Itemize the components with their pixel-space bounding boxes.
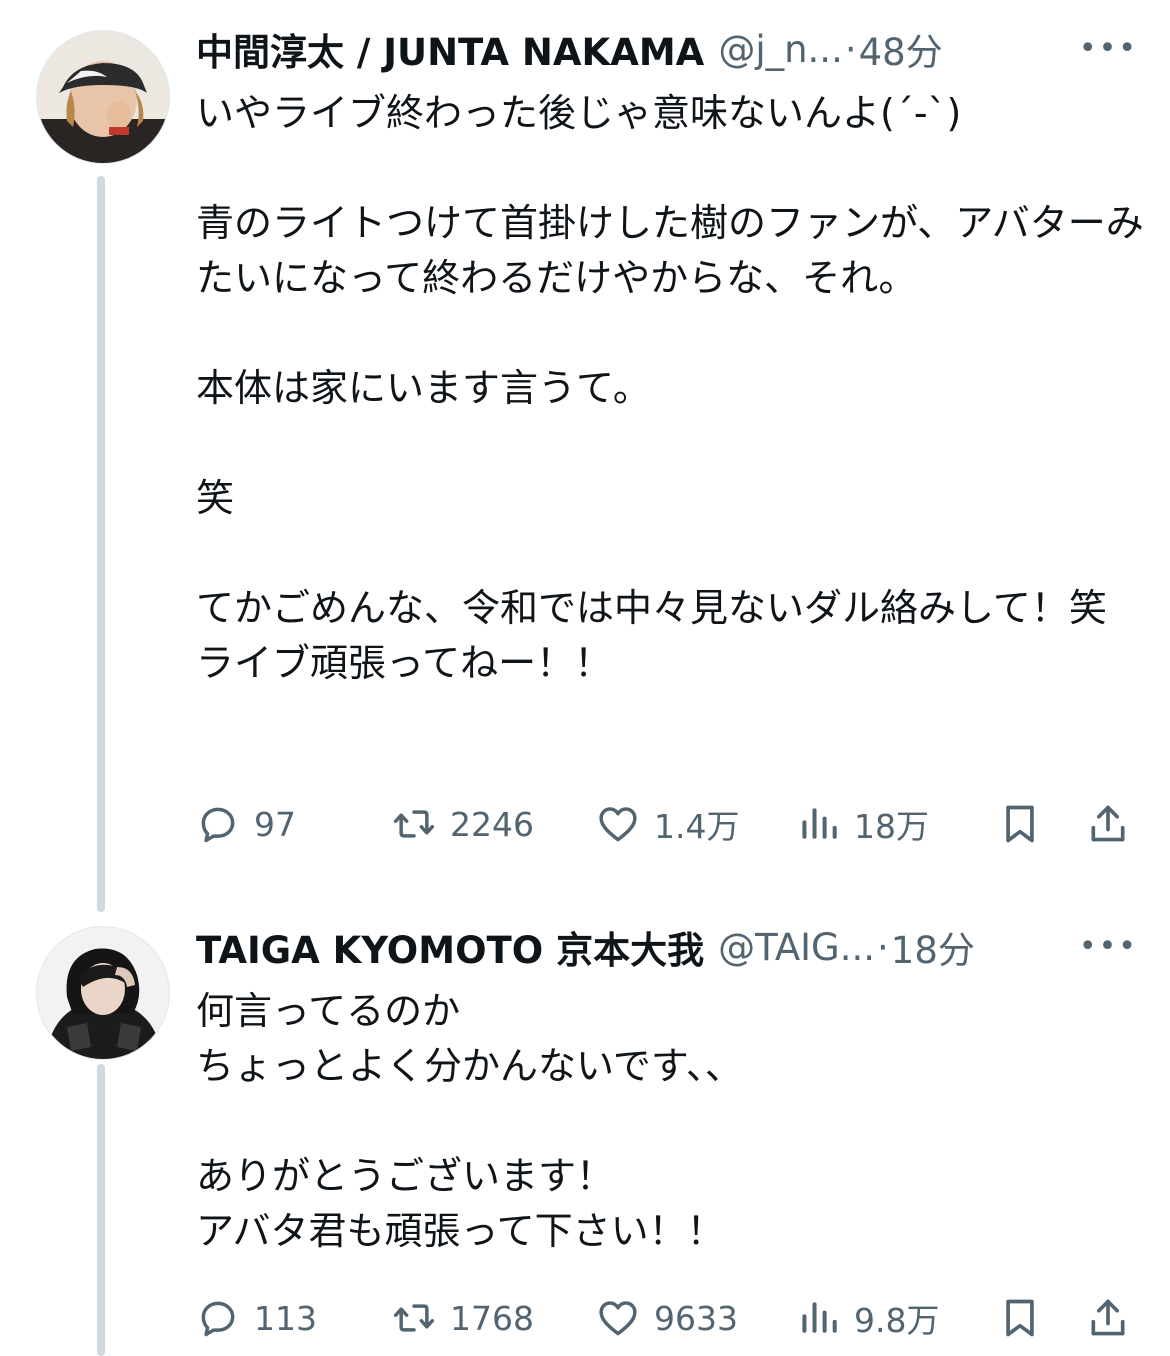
view-count: 18万 — [854, 807, 929, 846]
retweet-button[interactable]: 1768 — [392, 1296, 596, 1340]
display-name[interactable]: 中間淳太 / JUNTA NAKAMA — [196, 22, 704, 76]
views-button[interactable]: 18万 — [796, 800, 998, 848]
retweet-count: 2246 — [450, 804, 534, 844]
tweet-text: 何言ってるのか ちょっとよく分かんないです、、 ありがとうございます！ アバタ君… — [196, 989, 743, 1253]
retweet-count: 1768 — [450, 1298, 534, 1338]
bookmark-icon — [1006, 1299, 1034, 1337]
reply-icon — [201, 807, 235, 843]
bookmark-button[interactable] — [998, 1296, 1086, 1340]
bookmark-button[interactable] — [998, 802, 1086, 846]
user-handle[interactable]: @j_n... — [718, 28, 843, 71]
separator-dot: · — [877, 925, 889, 969]
thread-line — [97, 176, 105, 912]
like-button[interactable]: 1.4万 — [596, 800, 796, 848]
views-icon — [802, 1302, 837, 1333]
views-icon — [802, 808, 837, 839]
like-button[interactable]: 9633 — [596, 1296, 796, 1340]
action-bar: 113 1768 9633 9.8万 — [196, 1288, 1132, 1348]
timestamp[interactable]: 18分 — [891, 920, 975, 974]
share-button[interactable] — [1086, 802, 1130, 846]
avatar[interactable] — [36, 30, 170, 164]
thread-line — [97, 1064, 105, 1356]
share-icon — [1091, 1299, 1125, 1336]
timestamp[interactable]: 48分 — [859, 22, 943, 76]
share-icon — [1091, 805, 1125, 842]
retweet-button[interactable]: 2246 — [392, 802, 596, 846]
more-horizontal-icon[interactable]: ••• — [1075, 34, 1142, 64]
more-horizontal-icon[interactable]: ••• — [1075, 932, 1142, 962]
tweet[interactable]: 中間淳太 / JUNTA NAKAMA @j_n... · 48分 ••• いや… — [0, 0, 1170, 912]
user-handle[interactable]: @TAIG... — [718, 926, 875, 969]
separator-dot: · — [844, 27, 857, 71]
reply-button[interactable]: 113 — [196, 1296, 392, 1340]
tweet-text: いやライブ終わった後じゃ意味ないんよ(´-`) 青のライトつけて首掛けした樹のフ… — [196, 91, 1144, 685]
view-count: 9.8万 — [854, 1301, 940, 1340]
heart-icon — [599, 807, 637, 842]
like-count: 1.4万 — [654, 807, 740, 846]
like-count: 9633 — [654, 1298, 738, 1338]
tweet-header: 中間淳太 / JUNTA NAKAMA @j_n... · 48分 ••• — [196, 26, 1142, 75]
reply-button[interactable]: 97 — [196, 802, 392, 846]
reply-count: 113 — [254, 1298, 317, 1338]
retweet-icon — [393, 810, 435, 838]
action-bar: 97 2246 1.4万 18万 — [196, 794, 1132, 854]
share-button[interactable] — [1086, 1296, 1130, 1340]
avatar[interactable] — [36, 926, 170, 1060]
reply-count: 97 — [254, 804, 296, 844]
display-name[interactable]: TAIGA KYOMOTO 京本大我 — [196, 920, 704, 974]
tweet-header: TAIGA KYOMOTO 京本大我 @TAIG... · 18分 ••• — [196, 924, 1142, 973]
bookmark-icon — [1006, 805, 1034, 843]
views-button[interactable]: 9.8万 — [796, 1294, 998, 1342]
reply-icon — [201, 1301, 235, 1337]
retweet-icon — [393, 1304, 435, 1332]
tweet[interactable]: TAIGA KYOMOTO 京本大我 @TAIG... · 18分 ••• 何言… — [0, 912, 1170, 1356]
heart-icon — [599, 1301, 637, 1336]
